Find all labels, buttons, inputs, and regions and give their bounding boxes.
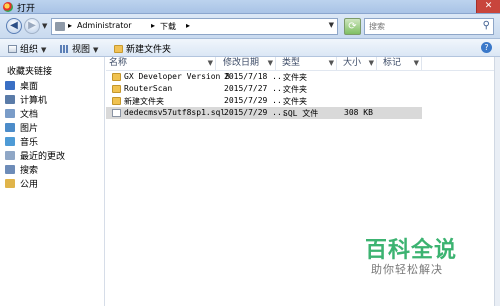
search-icon[interactable]: ⚲ [483, 20, 490, 31]
breadcrumb-separator[interactable]: ▸ [68, 21, 72, 30]
chevron-down-icon[interactable]: ▼ [268, 57, 273, 70]
sidebar-item-computer[interactable]: 计算机 [5, 93, 47, 106]
file-name: RouterScan [124, 84, 173, 93]
column-header-label: 修改日期 [223, 58, 260, 68]
column-header-label: 名称 [109, 58, 128, 68]
file-icon [112, 109, 121, 117]
column-header-label: 标记 [383, 58, 402, 68]
file-size: 308 KB [344, 108, 373, 117]
file-type: 文件夹 [283, 85, 307, 94]
column-header-size[interactable]: 大小 ▼ [340, 57, 377, 70]
file-date: 2015/7/29 ... [224, 108, 287, 117]
recent-icon [5, 151, 15, 160]
folder-icon [112, 97, 121, 105]
file-name: GX Developer Version 8 [124, 72, 230, 81]
view-label: 视图 [72, 45, 91, 55]
title-bar: 打开 ✕ [0, 0, 500, 14]
column-header-type[interactable]: 类型 ▼ [279, 57, 337, 70]
forward-button[interactable]: ▶ [24, 18, 40, 34]
file-type: 文件夹 [283, 73, 307, 82]
table-row[interactable]: RouterScan 2015/7/27 ... 文件夹 [106, 83, 422, 95]
new-folder-button[interactable]: 新建文件夹 [114, 42, 171, 55]
table-row[interactable]: GX Developer Version 8 2015/7/18 ... 文件夹 [106, 71, 422, 83]
chevron-down-icon[interactable]: ▼ [414, 57, 419, 70]
sidebar-item-label: 桌面 [20, 82, 39, 92]
sidebar-item-label: 计算机 [20, 96, 48, 106]
sidebar-item-label: 文档 [20, 110, 39, 120]
computer-icon [5, 95, 15, 104]
folder-icon [55, 22, 65, 31]
sidebar-item-label: 音乐 [20, 138, 39, 148]
watermark-brand: 百科全说 [365, 238, 458, 263]
sidebar-item-music[interactable]: 音乐 [5, 135, 38, 148]
folder-icon [112, 73, 121, 81]
new-folder-label: 新建文件夹 [126, 45, 172, 55]
column-header-label: 大小 [343, 58, 362, 68]
back-button[interactable]: ◀ [6, 18, 22, 34]
breadcrumb-separator[interactable]: ▸ [186, 21, 190, 30]
documents-icon [5, 109, 15, 118]
column-header-tags[interactable]: 标记 ▼ [380, 57, 422, 70]
search-icon [5, 165, 15, 174]
public-icon [5, 179, 15, 188]
file-type: SQL 文件 [283, 109, 319, 118]
file-date: 2015/7/29 ... [224, 96, 287, 105]
sidebar-item-desktop[interactable]: 桌面 [5, 79, 38, 92]
chrome-icon [3, 2, 13, 12]
sidebar-item-label: 公用 [20, 180, 39, 190]
address-dropdown-icon[interactable]: ▼ [329, 21, 334, 29]
close-button[interactable]: ✕ [476, 0, 500, 13]
organize-icon [8, 45, 17, 53]
window-title: 打开 [17, 4, 36, 14]
folder-icon [112, 85, 121, 93]
column-header-label: 类型 [282, 58, 301, 68]
file-type: 文件夹 [283, 97, 307, 106]
sidebar-item-search[interactable]: 搜索 [5, 163, 38, 176]
command-toolbar: 组织 ▼ 视图 ▼ 新建文件夹 ? [0, 39, 500, 57]
view-icon [60, 45, 69, 53]
sidebar-item-label: 搜索 [20, 166, 39, 176]
chevron-down-icon[interactable]: ▼ [369, 57, 374, 70]
sidebar-item-recent[interactable]: 最近的更改 [5, 149, 65, 162]
sidebar-item-label: 图片 [20, 124, 39, 134]
new-folder-icon [114, 45, 123, 53]
chevron-down-icon[interactable]: ▼ [329, 57, 334, 70]
sidebar-item-pictures[interactable]: 图片 [5, 121, 38, 134]
address-row: ◀ ▶ ▼ ▸ Administrator ▸ 下载 ▸ ▼ ⟳ 搜索 ⚲ [0, 14, 500, 39]
vertical-scrollbar[interactable] [494, 57, 500, 306]
column-header-name[interactable]: 名称 ▼ [106, 57, 216, 70]
pictures-icon [5, 123, 15, 132]
desktop-icon [5, 81, 15, 90]
file-name: dedecmsv57utf8sp1.sql [124, 108, 226, 117]
sidebar-item-documents[interactable]: 文档 [5, 107, 38, 120]
column-header-date[interactable]: 修改日期 ▼ [220, 57, 276, 70]
breadcrumb-downloads[interactable]: 下载 [160, 21, 176, 32]
help-icon[interactable]: ? [481, 42, 492, 53]
breadcrumb-administrator[interactable]: Administrator [77, 21, 132, 30]
music-icon [5, 137, 15, 146]
refresh-button[interactable]: ⟳ [344, 18, 361, 35]
address-bar[interactable]: ▸ Administrator ▸ 下载 ▸ ▼ [51, 18, 338, 35]
history-dropdown-icon[interactable]: ▼ [42, 22, 47, 30]
chevron-down-icon: ▼ [41, 46, 47, 54]
view-button[interactable]: 视图 ▼ [60, 42, 98, 55]
sidebar-item-label: 最近的更改 [20, 152, 66, 162]
file-date: 2015/7/27 ... [224, 84, 287, 93]
search-placeholder: 搜索 [369, 22, 385, 31]
favorite-links-heading: 收藏夹链接 [7, 67, 53, 77]
sidebar-item-public[interactable]: 公用 [5, 177, 38, 190]
breadcrumb-separator[interactable]: ▸ [151, 21, 155, 30]
watermark-slogan: 助你轻松解决 [371, 263, 443, 276]
table-row[interactable]: 新建文件夹 2015/7/29 ... 文件夹 [106, 95, 422, 107]
chevron-down-icon[interactable]: ▼ [208, 57, 213, 70]
search-input[interactable]: 搜索 ⚲ [364, 18, 494, 35]
file-date: 2015/7/18 ... [224, 72, 287, 81]
organize-button[interactable]: 组织 ▼ [8, 42, 46, 55]
file-name: 新建文件夹 [124, 97, 164, 106]
chevron-down-icon: ▼ [93, 46, 99, 54]
table-row[interactable]: dedecmsv57utf8sp1.sql 2015/7/29 ... SQL … [106, 107, 422, 119]
favorite-links-pane: 收藏夹链接 桌面 计算机 文档 图片 音乐 最近的更改 搜索 公用 [0, 57, 105, 306]
organize-label: 组织 [20, 45, 39, 55]
